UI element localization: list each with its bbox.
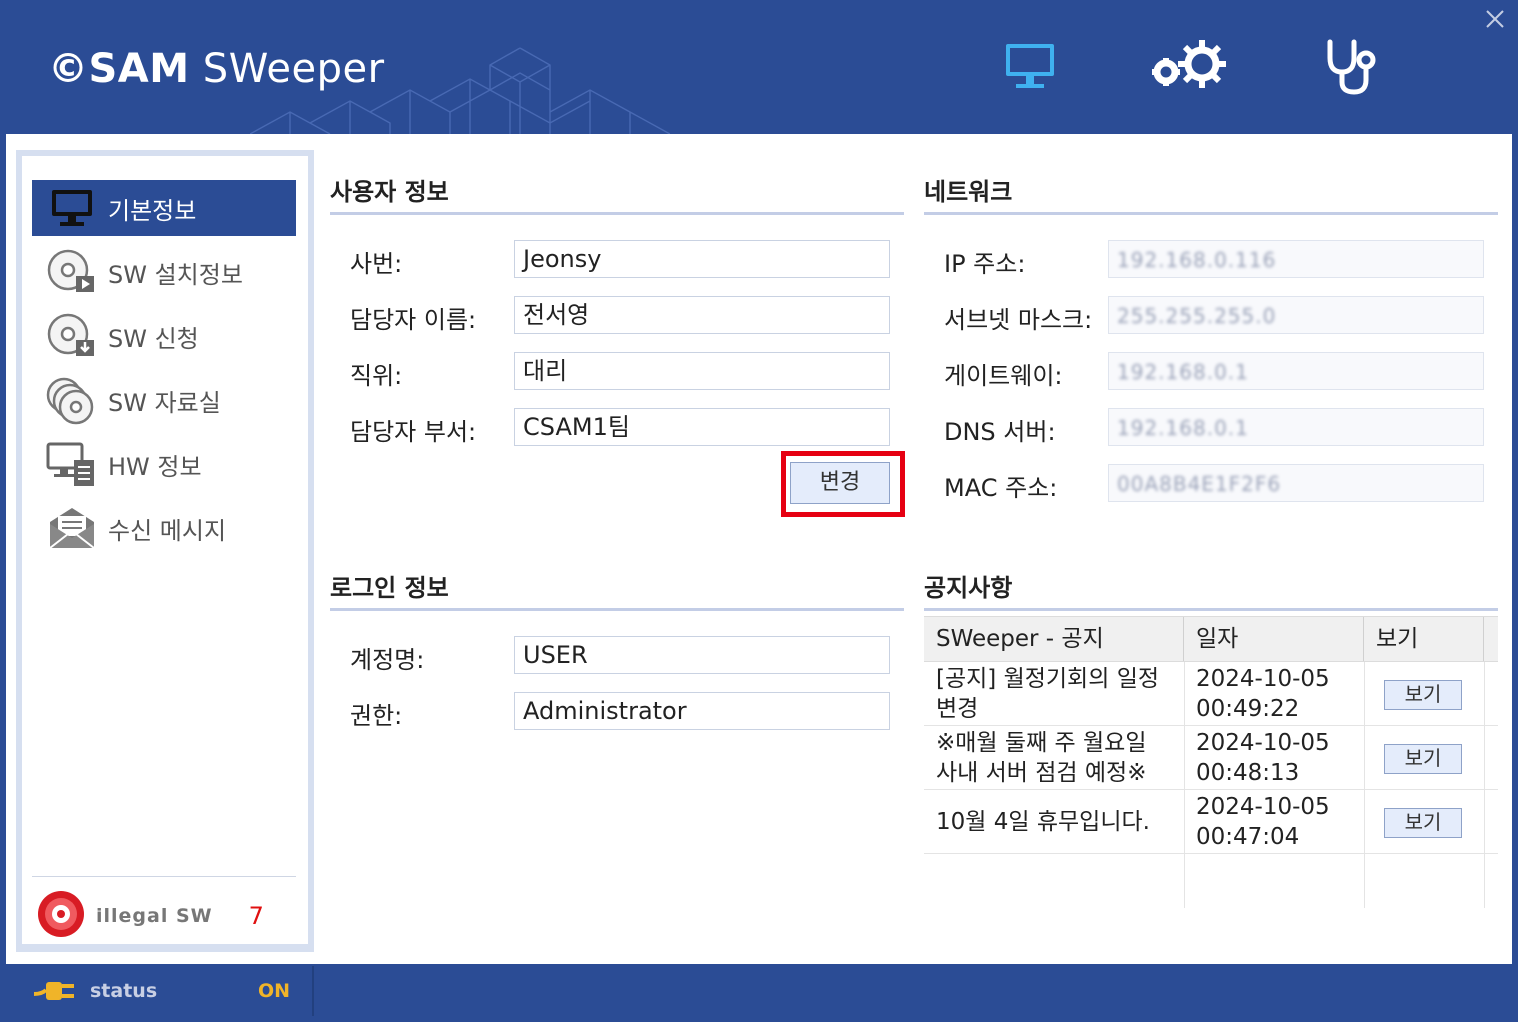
notices-title: 공지사항 — [924, 574, 1013, 602]
position-field[interactable]: 대리 — [514, 352, 890, 390]
gateway-value: 192.168.0.1 — [1117, 360, 1249, 384]
logo-suffix: SWeeper — [202, 46, 385, 92]
dns-server-label: DNS 서버: — [944, 418, 1056, 446]
column-header-title[interactable]: SWeeper - 공지 — [924, 617, 1184, 661]
notice-title-cell: 10월 4일 휴무입니다. — [936, 809, 1150, 835]
notice-date-cell: 2024-10-05 00:48:13 — [1184, 726, 1364, 790]
sidebar-item-label: 수신 메시지 — [108, 516, 227, 545]
ip-address-field: 192.168.0.116 — [1108, 240, 1484, 278]
stethoscope-icon[interactable] — [1318, 34, 1382, 98]
sidebar-item-hw-info[interactable]: HW 정보 — [32, 436, 296, 492]
notice-date-cell: 2024-10-05 00:47:04 — [1184, 790, 1364, 854]
notices-divider — [924, 608, 1498, 611]
employee-id-field[interactable]: Jeonsy — [514, 240, 890, 278]
notice-time: 00:48:13 — [1196, 760, 1300, 786]
notice-title-cell: [공지] 월정기회의 일정 변경 — [936, 666, 1160, 722]
subnet-mask-field: 255.255.255.0 — [1108, 296, 1484, 334]
gateway-label: 게이트웨이: — [944, 362, 1063, 390]
hardware-icon — [44, 436, 100, 492]
sidebar-item-sw-library[interactable]: SW 자료실 — [32, 372, 296, 428]
sidebar-item-sw-install-info[interactable]: SW 설치정보 — [32, 244, 296, 300]
ip-address-label: IP 주소: — [944, 250, 1026, 278]
notice-title-cell: ※매월 둘째 주 월요일 사내 서버 점검 예정※ — [936, 730, 1147, 786]
envelope-icon — [44, 500, 100, 556]
sidebar: 기본정보 SW 설치정보 SW 신청 SW 자료실 HW 정보 수신 메시지 i… — [16, 150, 314, 952]
subnet-mask-value: 255.255.255.0 — [1117, 304, 1277, 328]
column-header-date[interactable]: 일자 — [1184, 617, 1364, 661]
sidebar-item-sw-request[interactable]: SW 신청 — [32, 308, 296, 364]
notice-date: 2024-10-05 — [1196, 794, 1330, 820]
table-row[interactable]: [공지] 월정기회의 일정 변경 2024-10-05 00:49:22 보기 — [924, 662, 1498, 726]
sidebar-item-label: SW 설치정보 — [108, 260, 243, 289]
sidebar-divider — [32, 876, 296, 877]
title-bar: ©SAM SWeeper — [0, 0, 1518, 134]
illegal-disc-icon — [36, 889, 86, 943]
status-separator — [312, 966, 314, 1016]
mac-address-field: 00A8B4E1F2F6 — [1108, 464, 1484, 502]
employee-id-label: 사번: — [350, 250, 403, 278]
view-button[interactable]: 보기 — [1384, 744, 1462, 774]
network-divider — [924, 212, 1498, 215]
column-header-view[interactable]: 보기 — [1364, 617, 1484, 661]
status-value: ON — [258, 980, 291, 1002]
change-button[interactable]: 변경 — [790, 462, 890, 504]
status-bar: status ON — [6, 966, 1512, 1016]
notice-time: 00:47:04 — [1196, 824, 1300, 850]
sidebar-item-label: SW 자료실 — [108, 388, 221, 417]
notice-date: 2024-10-05 — [1196, 730, 1330, 756]
network-title: 네트워크 — [924, 178, 1013, 206]
monitor-icon[interactable] — [998, 34, 1062, 98]
login-info-title: 로그인 정보 — [330, 574, 449, 602]
view-button[interactable]: 보기 — [1384, 808, 1462, 838]
account-name-field[interactable]: USER — [514, 636, 890, 674]
settings-gear-icon[interactable] — [1148, 34, 1236, 98]
plug-icon — [32, 976, 78, 1006]
table-row[interactable]: ※매월 둘째 주 월요일 사내 서버 점검 예정※ 2024-10-05 00:4… — [924, 726, 1498, 790]
table-row[interactable]: 10월 4일 휴무입니다. 2024-10-05 00:47:04 보기 — [924, 790, 1498, 854]
mac-address-value: 00A8B4E1F2F6 — [1117, 472, 1282, 496]
illegal-sw-count: 7 — [248, 902, 264, 930]
app-window: ©SAM SWeeper 기본정보 SW 설치정보 SW 신청 SW 자료실 H… — [0, 0, 1518, 1022]
notice-date-cell: 2024-10-05 00:49:22 — [1184, 662, 1364, 726]
sidebar-item-label: SW 신청 — [108, 324, 199, 353]
manager-name-label: 담당자 이름: — [350, 306, 477, 334]
sidebar-item-label: HW 정보 — [108, 452, 202, 481]
mac-address-label: MAC 주소: — [944, 474, 1058, 502]
dns-server-field: 192.168.0.1 — [1108, 408, 1484, 446]
view-button[interactable]: 보기 — [1384, 680, 1462, 710]
logo-prefix: ©SAM — [48, 46, 190, 92]
department-field[interactable]: CSAM1팀 — [514, 408, 890, 446]
app-logo: ©SAM SWeeper — [48, 46, 385, 92]
dns-server-value: 192.168.0.1 — [1117, 416, 1249, 440]
sidebar-item-basic-info[interactable]: 기본정보 — [32, 180, 296, 236]
disc-download-icon — [44, 308, 100, 364]
user-info-title: 사용자 정보 — [330, 178, 449, 206]
notice-table: SWeeper - 공지 일자 보기 [공지] 월정기회의 일정 변경 2024… — [924, 616, 1498, 908]
notice-time: 00:49:22 — [1196, 696, 1300, 722]
close-icon[interactable] — [1482, 6, 1508, 32]
illegal-sw-indicator[interactable]: illegal SW 7 — [36, 888, 296, 944]
gateway-field: 192.168.0.1 — [1108, 352, 1484, 390]
discs-stack-icon — [44, 372, 100, 428]
sidebar-item-label: 기본정보 — [108, 196, 197, 225]
notice-table-header: SWeeper - 공지 일자 보기 — [924, 616, 1498, 662]
sidebar-item-inbox[interactable]: 수신 메시지 — [32, 500, 296, 556]
position-label: 직위: — [350, 362, 403, 390]
permission-field[interactable]: Administrator — [514, 692, 890, 730]
department-label: 담당자 부서: — [350, 418, 477, 446]
status-label: status — [90, 980, 158, 1002]
illegal-sw-label: illegal SW — [96, 905, 213, 927]
notice-date: 2024-10-05 — [1196, 666, 1330, 692]
monitor-icon — [44, 180, 100, 236]
manager-name-field[interactable]: 전서영 — [514, 296, 890, 334]
subnet-mask-label: 서브넷 마스크: — [944, 306, 1093, 334]
disc-play-icon — [44, 244, 100, 300]
account-name-label: 계정명: — [350, 646, 425, 674]
permission-label: 권한: — [350, 702, 403, 730]
sidebar-panel: 기본정보 SW 설치정보 SW 신청 SW 자료실 HW 정보 수신 메시지 i… — [22, 156, 308, 944]
login-info-divider — [330, 608, 904, 611]
ip-address-value: 192.168.0.116 — [1117, 248, 1277, 272]
user-info-divider — [330, 212, 904, 215]
